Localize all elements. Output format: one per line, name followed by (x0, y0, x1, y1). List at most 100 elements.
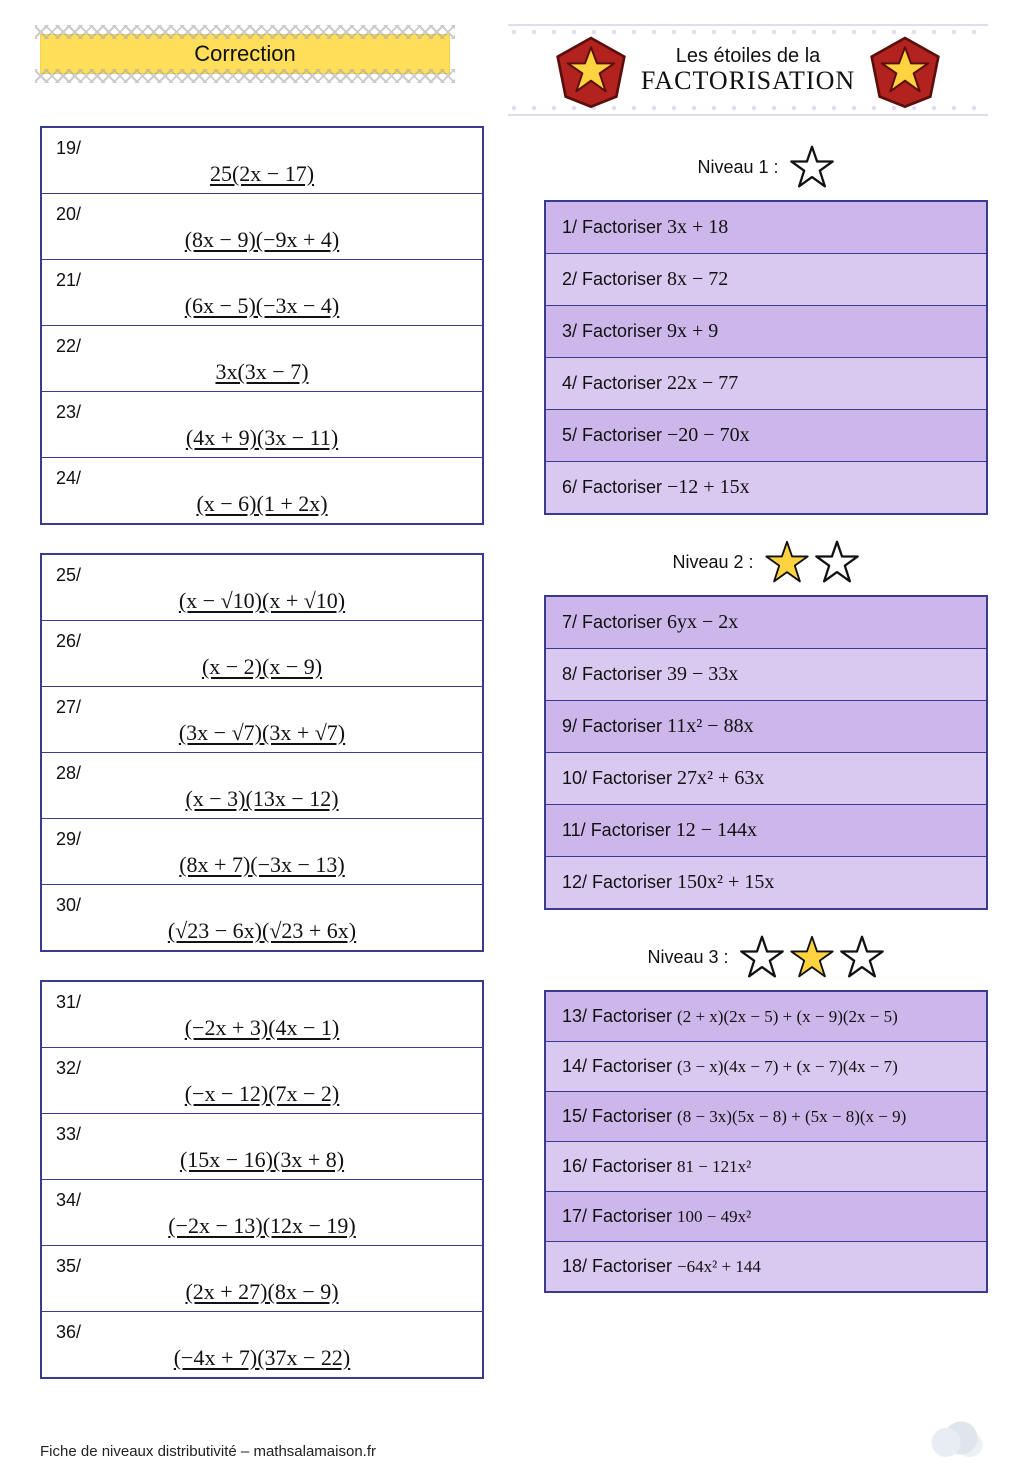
star-row-2 (764, 539, 860, 585)
star-icon (764, 539, 810, 585)
exercise-expression: 39 − 33x (667, 663, 738, 685)
star-row-1 (789, 144, 835, 190)
exercise-cell: 4/ Factoriser 22x − 77 (545, 358, 987, 410)
answer-expression: (√23 − 6x)(√23 + 6x) (56, 918, 468, 944)
exercise-label: 11/ Factoriser (562, 820, 676, 840)
table-row: 11/ Factoriser 12 − 144x (545, 805, 987, 857)
exercise-cell: 12/ Factoriser 150x² + 15x (545, 857, 987, 910)
table-row: 36/(−4x + 7)(37x − 22) (41, 1312, 483, 1379)
niveau-3-text: Niveau 3 : (647, 947, 728, 968)
table-row: 27/(3x − √7)(3x + √7) (41, 687, 483, 753)
level-1-table: 1/ Factoriser 3x + 182/ Factoriser 8x − … (544, 200, 988, 515)
answer-expression: (15x − 16)(3x + 8) (56, 1147, 468, 1173)
table-row: 12/ Factoriser 150x² + 15x (545, 857, 987, 910)
table-row: 31/(−2x + 3)(4x − 1) (41, 981, 483, 1048)
table-row: 28/(x − 3)(13x − 12) (41, 753, 483, 819)
answer-number: 24/ (56, 468, 468, 489)
exercise-label: 6/ Factoriser (562, 477, 667, 497)
exercise-cell: 3/ Factoriser 9x + 9 (545, 306, 987, 358)
answer-number: 19/ (56, 138, 468, 159)
answer-cell: 25/(x − √10)(x + √10) (41, 554, 483, 621)
exercise-expression: 150x² + 15x (677, 871, 774, 893)
table-row: 24/(x − 6)(1 + 2x) (41, 458, 483, 525)
answer-expression: (x − 6)(1 + 2x) (56, 491, 468, 517)
exercise-cell: 1/ Factoriser 3x + 18 (545, 201, 987, 254)
answer-cell: 31/(−2x + 3)(4x − 1) (41, 981, 483, 1048)
answer-cell: 28/(x − 3)(13x − 12) (41, 753, 483, 819)
exercise-cell: 18/ Factoriser −64x² + 144 (545, 1242, 987, 1293)
right-column: Niveau 1 : 1/ Factoriser 3x + 182/ Facto… (544, 126, 988, 1407)
answers-block-3: 31/(−2x + 3)(4x − 1)32/(−x − 12)(7x − 2)… (40, 980, 484, 1379)
exercise-label: 5/ Factoriser (562, 425, 667, 445)
answer-expression: (x − 3)(13x − 12) (56, 786, 468, 812)
answer-expression: (8x + 7)(−3x − 13) (56, 852, 468, 878)
exercise-expression: (2 + x)(2x − 5) + (x − 9)(2x − 5) (677, 1007, 898, 1026)
star-badge-icon (551, 30, 631, 110)
answer-cell: 20/(8x − 9)(−9x + 4) (41, 194, 483, 260)
answer-cell: 29/(8x + 7)(−3x − 13) (41, 819, 483, 885)
answer-expression: 25(2x − 17) (56, 161, 468, 187)
table-row: 2/ Factoriser 8x − 72 (545, 254, 987, 306)
table-row: 21/(6x − 5)(−3x − 4) (41, 260, 483, 326)
answer-number: 27/ (56, 697, 468, 718)
exercise-expression: −12 + 15x (667, 476, 750, 498)
answer-expression: (−x − 12)(7x − 2) (56, 1081, 468, 1107)
exercise-label: 7/ Factoriser (562, 612, 667, 632)
niveau-3-label: Niveau 3 : (544, 934, 988, 980)
exercise-cell: 13/ Factoriser (2 + x)(2x − 5) + (x − 9)… (545, 991, 987, 1042)
answer-expression: (x − 2)(x − 9) (56, 654, 468, 680)
exercise-expression: 12 − 144x (676, 819, 757, 841)
correction-label: Correction (40, 34, 450, 74)
exercise-label: 3/ Factoriser (562, 321, 667, 341)
answer-cell: 21/(6x − 5)(−3x − 4) (41, 260, 483, 326)
header-row: Correction Les étoiles de la FACTORISATI… (40, 24, 988, 116)
exercise-cell: 14/ Factoriser (3 − x)(4x − 7) + (x − 7)… (545, 1042, 987, 1092)
footer-text: Fiche de niveaux distributivité – mathsa… (40, 1443, 376, 1460)
answer-number: 36/ (56, 1322, 468, 1343)
table-row: 13/ Factoriser (2 + x)(2x − 5) + (x − 9)… (545, 991, 987, 1042)
answer-number: 23/ (56, 402, 468, 423)
exercise-label: 8/ Factoriser (562, 664, 667, 684)
star-row-3 (739, 934, 885, 980)
answer-expression: (6x − 5)(−3x − 4) (56, 293, 468, 319)
niveau-1-label: Niveau 1 : (544, 144, 988, 190)
answer-cell: 27/(3x − √7)(3x + √7) (41, 687, 483, 753)
exercise-cell: 5/ Factoriser −20 − 70x (545, 410, 987, 462)
table-row: 18/ Factoriser −64x² + 144 (545, 1242, 987, 1293)
answer-expression: (−2x − 13)(12x − 19) (56, 1213, 468, 1239)
table-row: 15/ Factoriser (8 − 3x)(5x − 8) + (5x − … (545, 1092, 987, 1142)
answer-expression: (4x + 9)(3x − 11) (56, 425, 468, 451)
exercise-label: 9/ Factoriser (562, 716, 667, 736)
answer-cell: 22/3x(3x − 7) (41, 326, 483, 392)
table-row: 34/(−2x − 13)(12x − 19) (41, 1180, 483, 1246)
answer-number: 35/ (56, 1256, 468, 1277)
table-row: 1/ Factoriser 3x + 18 (545, 201, 987, 254)
level-2-table: 7/ Factoriser 6yx − 2x 8/ Factoriser 39 −… (544, 595, 988, 910)
table-row: 5/ Factoriser −20 − 70x (545, 410, 987, 462)
exercise-label: 16/ Factoriser (562, 1156, 677, 1176)
exercise-expression: 22x − 77 (667, 372, 738, 394)
star-icon (814, 539, 860, 585)
answer-cell: 36/(−4x + 7)(37x − 22) (41, 1312, 483, 1379)
answer-cell: 35/(2x + 27)(8x − 9) (41, 1246, 483, 1312)
title-line1: Les étoiles de la (641, 45, 855, 67)
star-icon (739, 934, 785, 980)
table-row: 3/ Factoriser 9x + 9 (545, 306, 987, 358)
star-icon (789, 934, 835, 980)
answer-cell: 23/(4x + 9)(3x − 11) (41, 392, 483, 458)
answer-number: 26/ (56, 631, 468, 652)
table-row: 25/(x − √10)(x + √10) (41, 554, 483, 621)
exercise-expression: (8 − 3x)(5x − 8) + (5x − 8)(x − 9) (677, 1107, 906, 1126)
exercise-expression: 81 − 121x² (677, 1157, 751, 1176)
table-row: 7/ Factoriser 6yx − 2x (545, 596, 987, 649)
exercise-label: 12/ Factoriser (562, 872, 677, 892)
niveau-2-text: Niveau 2 : (672, 552, 753, 573)
answer-number: 29/ (56, 829, 468, 850)
exercise-expression: 27x² + 63x (677, 767, 764, 789)
table-row: 19/25(2x − 17) (41, 127, 483, 194)
exercise-label: 1/ Factoriser (562, 217, 667, 237)
table-row: 10/ Factoriser 27x² + 63x (545, 753, 987, 805)
exercise-cell: 10/ Factoriser 27x² + 63x (545, 753, 987, 805)
title-right: Les étoiles de la FACTORISATION (508, 24, 988, 116)
exercise-cell: 15/ Factoriser (8 − 3x)(5x − 8) + (5x − … (545, 1092, 987, 1142)
